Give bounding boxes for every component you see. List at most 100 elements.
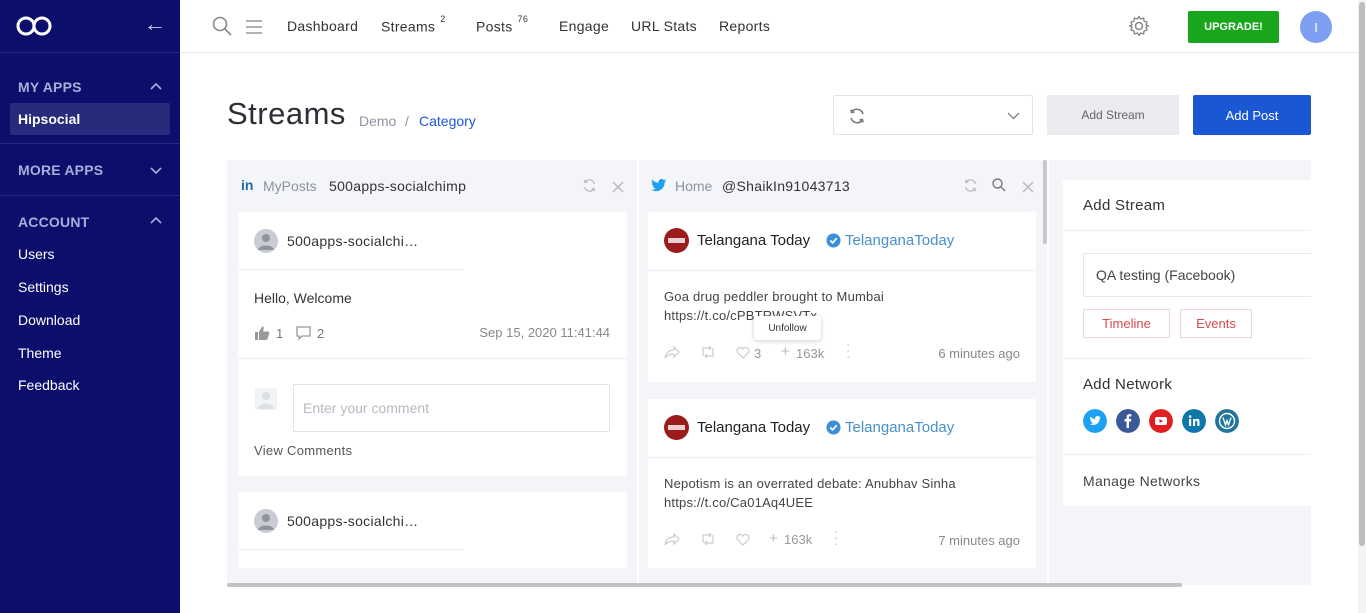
chevron-up-icon[interactable] (150, 82, 162, 90)
sidebar-item-users[interactable]: Users (18, 246, 55, 262)
more-options-icon[interactable]: · · · (846, 338, 850, 363)
sidebar-item-theme[interactable]: Theme (18, 345, 62, 361)
share-icon[interactable] (664, 533, 680, 546)
top-navbar: Dashboard Streams 2 Posts 76 Engage URL St… (180, 0, 1358, 53)
sidebar-item-settings[interactable]: Settings (18, 279, 69, 295)
close-icon[interactable] (612, 181, 624, 193)
refresh-icon[interactable] (582, 178, 597, 193)
search-icon[interactable] (212, 16, 232, 36)
view-comments-link[interactable]: View Comments (254, 443, 352, 458)
nav-posts[interactable]: Posts 76 (476, 14, 528, 35)
close-icon[interactable] (1022, 181, 1034, 193)
divider (0, 143, 180, 144)
heart-icon[interactable] (736, 534, 750, 546)
section-my-apps[interactable]: MY APPS (18, 79, 82, 95)
add-stream-button[interactable]: Add Stream (1047, 95, 1179, 135)
gear-icon[interactable] (1127, 14, 1151, 38)
refresh-icon[interactable] (963, 178, 978, 193)
comment-input[interactable]: Enter your comment (293, 384, 610, 432)
add-stream-panel: Add Stream QA testing (Facebook) Timelin… (1063, 180, 1311, 506)
column-type-label: Home (675, 178, 713, 194)
breadcrumb-demo[interactable]: Demo (359, 113, 396, 129)
post-date: Sep 15, 2020 11:41:44 (479, 325, 610, 340)
user-avatar[interactable]: I (1300, 11, 1332, 43)
heart-icon[interactable] (736, 347, 750, 359)
facebook-icon[interactable] (1116, 409, 1140, 433)
stream-select[interactable] (833, 95, 1033, 135)
nav-url-stats[interactable]: URL Stats (631, 18, 697, 34)
timeline-button[interactable]: Timeline (1083, 309, 1170, 338)
plus-icon[interactable]: + (769, 530, 778, 547)
tweet-handle[interactable]: TelanganaToday (845, 232, 954, 249)
add-stream-title: Add Stream (1083, 197, 1166, 214)
nav-streams-label: Streams (381, 18, 436, 35)
tweet-author-name[interactable]: Telangana Today (697, 232, 810, 249)
events-button[interactable]: Events (1180, 309, 1252, 338)
post-card: 500apps-socialchi… Hello, Welcome 1 2 Se… (238, 212, 627, 476)
streams-count-badge: 2 (440, 14, 446, 24)
tweet-link[interactable]: https://t.co/Ca01Aq4UEE (664, 495, 813, 510)
upgrade-button[interactable]: UPGRADE! (1188, 11, 1279, 43)
sidebar: ← MY APPS Hipsocial MORE APPS ACCOUNT Us… (0, 0, 180, 613)
divider (238, 549, 464, 550)
section-account[interactable]: ACCOUNT (18, 214, 89, 230)
comment-icon[interactable] (296, 326, 311, 340)
tweet-author-name[interactable]: Telangana Today (697, 419, 810, 436)
chevron-down-icon[interactable] (150, 166, 162, 174)
retweet-icon[interactable] (700, 346, 716, 358)
column-type-label: MyPosts (263, 178, 317, 194)
chevron-down-icon (1007, 112, 1020, 120)
collapse-sidebar-icon[interactable]: ← (144, 13, 166, 36)
menu-icon[interactable] (246, 20, 262, 34)
linkedin-icon[interactable] (1182, 409, 1206, 433)
thumbs-up-icon[interactable] (254, 325, 270, 341)
tweet-text: Goa drug peddler brought to Mumbai (664, 289, 884, 304)
post-text: Hello, Welcome (254, 290, 352, 306)
sidebar-item-feedback[interactable]: Feedback (18, 377, 79, 393)
page-scrollbar-thumb[interactable] (1359, 2, 1365, 546)
horizontal-scrollbar[interactable] (227, 583, 1182, 587)
more-options-icon[interactable]: · · · (834, 525, 838, 550)
app-logo-icon[interactable] (16, 14, 54, 38)
page-title: Streams (227, 96, 346, 131)
avatar (664, 415, 689, 440)
plus-icon[interactable]: + (781, 343, 790, 360)
column-scrollbar[interactable] (1043, 160, 1047, 244)
tweet-handle[interactable]: TelanganaToday (845, 419, 954, 436)
twitter-icon[interactable] (1083, 409, 1107, 433)
retweet-icon[interactable] (700, 533, 716, 545)
manage-networks-link[interactable]: Manage Networks (1083, 473, 1200, 489)
nav-posts-label: Posts (476, 18, 513, 35)
nav-dashboard[interactable]: Dashboard (287, 18, 358, 34)
account-select-value: QA testing (Facebook) (1096, 267, 1236, 283)
sidebar-item-hipsocial[interactable]: Hipsocial (18, 111, 80, 127)
share-icon[interactable] (664, 346, 680, 359)
chevron-up-icon[interactable] (150, 216, 162, 224)
account-select[interactable]: QA testing (Facebook) (1083, 253, 1311, 297)
nav-streams[interactable]: Streams 2 (381, 14, 446, 35)
tweet-followers: 163k (796, 346, 825, 361)
post-author[interactable]: 500apps-socialchi… (287, 233, 418, 249)
add-post-button[interactable]: Add Post (1193, 95, 1311, 135)
divider (1063, 230, 1311, 231)
nav-reports[interactable]: Reports (719, 18, 770, 34)
user-placeholder-icon (255, 388, 277, 410)
search-icon[interactable] (992, 178, 1006, 192)
youtube-icon[interactable] (1149, 409, 1173, 433)
avatar (664, 228, 689, 253)
unfollow-tooltip: Unfollow (754, 316, 821, 340)
tweet-time: 7 minutes ago (938, 533, 1020, 548)
tweet-followers: 163k (784, 532, 813, 547)
avatar (254, 509, 278, 533)
nav-engage[interactable]: Engage (559, 18, 609, 34)
divider (238, 358, 627, 359)
linkedin-icon: in (241, 177, 254, 193)
nav-dashboard-label: Dashboard (287, 18, 359, 34)
verified-icon (826, 233, 841, 248)
sidebar-item-download[interactable]: Download (18, 312, 80, 328)
breadcrumb-category[interactable]: Category (419, 113, 476, 129)
post-author[interactable]: 500apps-socialchi… (287, 513, 418, 529)
section-more-apps[interactable]: MORE APPS (18, 162, 103, 178)
comment-input-placeholder: Enter your comment (303, 400, 430, 416)
wordpress-icon[interactable] (1215, 409, 1239, 433)
